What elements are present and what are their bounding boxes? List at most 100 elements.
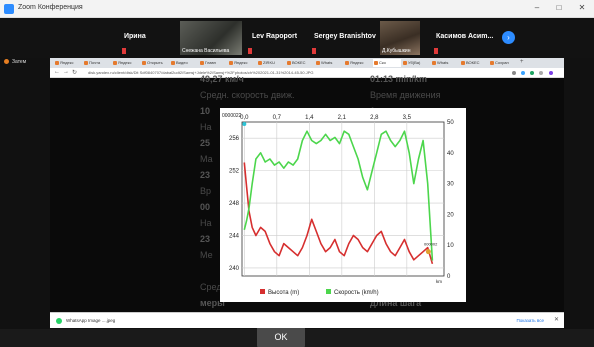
browser-tab[interactable]: ZIRKU xyxy=(257,59,285,67)
participant-tile[interactable]: Sergey Branishtov xyxy=(310,21,382,55)
background-stat-left: 25 xyxy=(200,138,211,148)
show-all-downloads-link[interactable]: Показать все xyxy=(517,318,544,323)
zoom-titlebar: Zoom Конференция – □ ✕ xyxy=(0,0,594,18)
participant-tile[interactable]: Ирина xyxy=(120,21,178,55)
browser-tab[interactable]: Открыть xyxy=(141,59,169,67)
browser-tab[interactable]: Главн xyxy=(199,59,227,67)
background-stat-left: Вр xyxy=(200,186,212,196)
browser-tab[interactable]: Яндекс xyxy=(54,59,82,67)
participant-video-caption: Д.Кубышкин xyxy=(382,48,411,54)
plot-area xyxy=(241,121,445,277)
participant-name: Lev Rapoport xyxy=(252,33,298,40)
elevation-speed-chart: 0,0 0,7 1,4 2,1 2,8 3,5 240 244 248 252 256 0 10 20 30… xyxy=(222,113,454,296)
maximize-button[interactable]: □ xyxy=(553,3,565,12)
chart-top-left-label: 0000022 xyxy=(222,113,242,119)
image-file-icon xyxy=(56,318,62,324)
left-axis-tick-label: 244 xyxy=(229,233,240,239)
participant-tile[interactable]: Lev Rapoport xyxy=(246,21,308,55)
extension-icon[interactable] xyxy=(521,71,525,75)
close-window-button[interactable]: ✕ xyxy=(576,3,588,12)
browser-tab[interactable]: Ско xyxy=(373,59,401,67)
browser-tab[interactable]: ВОКЕС xyxy=(286,59,314,67)
browser-tab[interactable]: Почта xyxy=(83,59,111,67)
right-axis-tick-label: 50 xyxy=(447,120,454,126)
zoom-window-title: Zoom Конференция xyxy=(18,4,83,11)
background-stat-left: 10 xyxy=(200,106,211,116)
right-axis-tick-label: 20 xyxy=(447,212,454,218)
participants-strip: Ирина Снежана Васильева Lev Rapoport Ser… xyxy=(0,18,594,58)
participant-name: Ирина xyxy=(124,33,146,40)
x-tick-label: 1,4 xyxy=(305,115,314,121)
left-axis-tick-label: 252 xyxy=(229,169,240,175)
start-marker-icon xyxy=(242,122,247,126)
x-tick-label: 0,7 xyxy=(273,115,282,121)
legend-label: Скорость (km/h) xyxy=(334,290,379,296)
right-axis-tick-label: 30 xyxy=(447,182,454,188)
end-marker-label: 000002 xyxy=(424,242,438,247)
extension-icon[interactable] xyxy=(539,71,543,75)
browser-tab[interactable]: ВОКЕС xyxy=(460,59,488,67)
browser-toolbar: ← → ↻ disk.yandex.ru/client/disk/Dit Sdf… xyxy=(50,68,564,78)
background-stat-left: 23 xyxy=(200,234,211,244)
participant-tile[interactable]: Снежана Васильева xyxy=(180,21,242,55)
share-indicator-label: Затем xyxy=(12,59,27,65)
background-stat-left: На xyxy=(200,122,212,132)
browser-tab[interactable]: Whats xyxy=(315,59,343,67)
background-stat-left: На xyxy=(200,218,212,228)
background-stat-left: 49,27 км/ч xyxy=(200,74,244,84)
zoom-logo-icon xyxy=(4,4,14,14)
reload-button[interactable]: ↻ xyxy=(72,69,77,76)
right-axis-tick-label: 10 xyxy=(447,243,454,249)
background-stat-left: Ме xyxy=(200,250,213,260)
background-stat-left: Сред xyxy=(200,282,222,292)
x-tick-label: 3,5 xyxy=(403,115,412,121)
x-tick-label: 0,0 xyxy=(240,115,249,121)
extension-icon[interactable] xyxy=(530,71,534,75)
left-axis-tick-label: 248 xyxy=(229,201,240,207)
minimize-button[interactable]: – xyxy=(531,3,543,12)
browser-tab[interactable]: Яндекс xyxy=(112,59,140,67)
participant-tile[interactable]: Д.Кубышкин xyxy=(380,21,420,55)
background-stat-left: 00 xyxy=(200,202,211,212)
next-participants-arrow-icon[interactable]: › xyxy=(502,31,515,44)
back-button[interactable]: ← xyxy=(54,69,60,75)
share-status-icon xyxy=(4,59,9,65)
browser-tab[interactable]: Whats xyxy=(431,59,459,67)
profile-avatar-icon[interactable] xyxy=(549,71,553,75)
zoom-window: Zoom Конференция – □ ✕ Ирина Снежана Вас… xyxy=(0,0,594,347)
end-marker-icon xyxy=(425,249,431,255)
browser-tab[interactable]: Яндекс xyxy=(228,59,256,67)
muted-mic-icon xyxy=(248,48,252,54)
browser-tab[interactable]: Яндекс xyxy=(344,59,372,67)
participant-name: Касимов Асиm... xyxy=(436,33,494,40)
background-stat-right: Время движения xyxy=(370,90,441,100)
right-axis-tick-label: 40 xyxy=(447,151,454,157)
browser-tab[interactable]: Сохран xyxy=(489,59,517,67)
address-bar[interactable]: disk.yandex.ru/client/disk/Dit Sdf084070… xyxy=(88,70,488,76)
right-axis-tick-label: 0 xyxy=(447,274,451,280)
ok-button[interactable]: OK xyxy=(257,327,305,347)
browser-tab[interactable]: Видео xyxy=(170,59,198,67)
forward-button[interactable]: → xyxy=(63,69,69,75)
muted-mic-icon xyxy=(312,48,316,54)
downloads-bar: WhatsApp Image ....jpeg Показать все ✕ xyxy=(50,312,564,328)
download-filename: WhatsApp Image ....jpeg xyxy=(66,318,116,323)
muted-mic-icon xyxy=(122,48,126,54)
download-item[interactable]: WhatsApp Image ....jpeg xyxy=(54,316,124,326)
new-tab-button[interactable]: + xyxy=(520,59,524,65)
shared-screen: Яндекс Почта Яндекс Открыть Видео Главн Яндекс… xyxy=(50,58,564,347)
participant-video-caption: Снежана Васильева xyxy=(182,48,230,54)
share-indicator: Затем xyxy=(4,59,26,65)
browser-tab[interactable]: Уб(Ва) xyxy=(402,59,430,67)
legend-swatch xyxy=(326,289,331,294)
participant-tile[interactable]: Касимов Асиm... xyxy=(432,21,498,55)
background-stat-left: Средн. скорость движ. xyxy=(200,90,295,100)
legend-swatch xyxy=(260,289,265,294)
left-axis-tick-label: 256 xyxy=(229,136,240,142)
x-tick-label: 2,8 xyxy=(370,115,379,121)
participant-name: Sergey Branishtov xyxy=(314,33,376,40)
x-unit-label: km xyxy=(436,279,442,284)
extension-icon[interactable] xyxy=(512,71,516,75)
page-content: 49,27 км/ч 01:13 min/km Средн. скорость дв… xyxy=(50,74,564,347)
close-downloads-icon[interactable]: ✕ xyxy=(554,316,559,323)
